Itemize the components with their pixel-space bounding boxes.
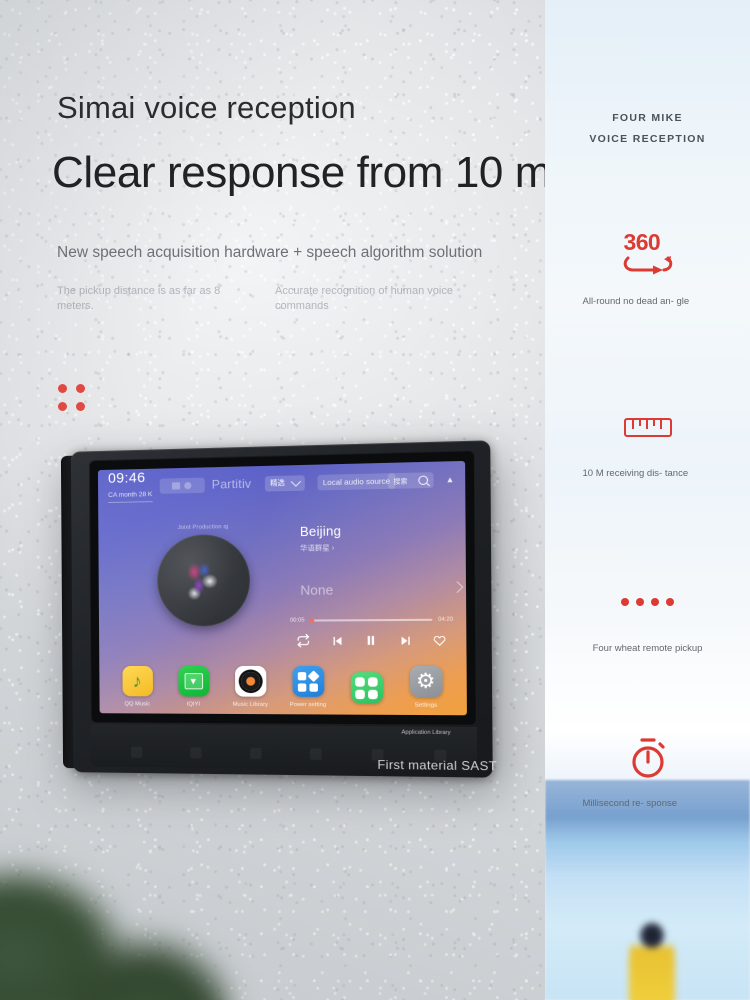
dot bbox=[58, 384, 67, 393]
now-playing-info: Beijing 华语群星 › None bbox=[300, 522, 451, 598]
app-dock: ♪ QQ Music ▼ IQIYI Music Library Power s… bbox=[99, 666, 467, 709]
music-library-icon bbox=[234, 666, 265, 697]
dot bbox=[58, 402, 67, 411]
app-label: QQ Music bbox=[113, 701, 162, 707]
wall-tablet-device: 09:46 CA month 28 K Partitiv 精选 Local au… bbox=[61, 440, 495, 780]
hero-panel: Simai voice reception Clear response fro… bbox=[0, 0, 545, 1000]
app-grid[interactable] bbox=[341, 672, 393, 708]
duration-time: 04:20 bbox=[438, 617, 453, 623]
audio-source-field[interactable]: Local audio source bbox=[317, 473, 395, 490]
tab-partition[interactable]: Partitiv bbox=[212, 477, 252, 492]
transport-controls bbox=[290, 633, 453, 651]
power-setting-icon bbox=[292, 666, 324, 697]
app-power-setting[interactable]: Power setting bbox=[282, 666, 333, 708]
app-qq-music[interactable]: ♪ QQ Music bbox=[113, 666, 162, 708]
sidebar-title-line1: FOUR MIKE bbox=[545, 108, 750, 129]
song-secondary: None bbox=[300, 581, 450, 598]
feature-distance: 10 M receiving dis- tance bbox=[545, 400, 750, 480]
page-title: Simai voice reception bbox=[57, 90, 542, 126]
pause-icon[interactable] bbox=[364, 634, 377, 652]
dot bbox=[76, 384, 85, 393]
feature-caption: All-round no dead an- gle bbox=[583, 296, 713, 308]
360-number: 360 bbox=[624, 231, 661, 254]
search-label: 搜索 bbox=[393, 475, 407, 486]
pill-square-icon bbox=[172, 482, 180, 489]
app-grid-icon bbox=[350, 672, 382, 703]
stopwatch-icon bbox=[545, 730, 750, 784]
ruler-icon bbox=[545, 400, 750, 454]
bezel-label: Application Library bbox=[401, 730, 450, 737]
app-settings[interactable]: ⚙ Settings bbox=[400, 666, 452, 709]
chevron-down-icon bbox=[291, 476, 301, 486]
album-area: Joint Production qj bbox=[147, 523, 261, 626]
app-iqiyi[interactable]: ▼ IQIYI bbox=[169, 666, 219, 708]
blurred-plant-foreground bbox=[0, 840, 230, 1000]
device-bezel: 09:46 CA month 28 K Partitiv 精选 Local au… bbox=[89, 450, 477, 726]
audio-source-text: Local audio source bbox=[323, 476, 390, 487]
album-artwork bbox=[181, 559, 227, 602]
song-title: Beijing bbox=[300, 522, 450, 539]
clock-date: CA month 28 K bbox=[108, 492, 152, 503]
app-label: Power setting bbox=[283, 702, 334, 708]
app-label: IQIYI bbox=[169, 701, 218, 707]
category-dropdown[interactable]: 精选 bbox=[265, 475, 305, 491]
pill-circle-icon bbox=[184, 481, 191, 488]
iqiyi-icon: ▼ bbox=[178, 666, 209, 697]
sidebar-title: FOUR MIKE VOICE RECEPTION bbox=[545, 108, 750, 150]
status-pill[interactable] bbox=[159, 477, 204, 493]
feature-response: Millisecond re- sponse bbox=[545, 730, 750, 810]
feature-caption: Four wheat remote pickup bbox=[558, 643, 738, 655]
watermark: First material SAST bbox=[377, 757, 497, 773]
sidebar-person-silhouette bbox=[629, 920, 675, 1000]
feature-caption: Millisecond re- sponse bbox=[583, 798, 713, 810]
qq-music-icon: ♪ bbox=[122, 666, 153, 696]
clock: 09:46 CA month 28 K bbox=[108, 470, 152, 503]
previous-track-icon[interactable] bbox=[331, 634, 344, 651]
category-dropdown-label: 精选 bbox=[270, 478, 285, 489]
faint-caption-right: Accurate recognition of human voice comm… bbox=[275, 284, 475, 314]
four-dots-icon bbox=[545, 575, 750, 629]
next-page-chevron-icon[interactable] bbox=[451, 581, 463, 593]
next-track-icon[interactable] bbox=[398, 634, 411, 651]
wifi-icon: ▲ bbox=[446, 474, 455, 484]
gear-icon: ⚙ bbox=[409, 666, 442, 697]
player-controls: 00:05 04:20 bbox=[290, 617, 453, 652]
progress-knob[interactable] bbox=[310, 618, 314, 622]
album-disc[interactable] bbox=[157, 534, 250, 627]
faint-caption-row: The pickup distance is as far as 8 meter… bbox=[57, 284, 507, 314]
repeat-icon[interactable] bbox=[296, 634, 310, 652]
feature-360: 360 All-round no dead an- gle bbox=[545, 228, 750, 308]
album-caption: Joint Production qj bbox=[147, 523, 260, 531]
app-music-library[interactable]: Music Library bbox=[225, 666, 275, 708]
song-artist-text: 华语群星 bbox=[300, 545, 330, 553]
elapsed-time: 00:05 bbox=[290, 617, 305, 623]
app-label: Music Library bbox=[225, 702, 275, 708]
subheadline: New speech acquisition hardware + speech… bbox=[57, 244, 542, 262]
device-body: 09:46 CA month 28 K Partitiv 精选 Local au… bbox=[71, 440, 493, 777]
feature-four-mic: Four wheat remote pickup bbox=[545, 575, 750, 655]
360-rotation-icon: 360 bbox=[545, 228, 750, 282]
search-input[interactable]: 搜索 bbox=[388, 472, 434, 489]
faint-caption-left: The pickup distance is as far as 8 meter… bbox=[57, 284, 257, 314]
sidebar-title-line2: VOICE RECEPTION bbox=[545, 129, 750, 150]
progress-slider[interactable] bbox=[310, 619, 433, 621]
marketing-page: Simai voice reception Clear response fro… bbox=[0, 0, 750, 1000]
tablet-screen: 09:46 CA month 28 K Partitiv 精选 Local au… bbox=[98, 461, 467, 715]
progress-row: 00:05 04:20 bbox=[290, 617, 453, 624]
red-dot-decoration bbox=[58, 384, 89, 415]
app-label: Settings bbox=[400, 702, 452, 709]
search-icon bbox=[418, 475, 428, 485]
heart-icon[interactable] bbox=[432, 634, 446, 651]
status-bar: 09:46 CA month 28 K Partitiv 精选 Local au… bbox=[98, 461, 465, 504]
headline: Clear response from 10 m bbox=[52, 148, 542, 198]
headline-block: Simai voice reception Clear response fro… bbox=[52, 90, 542, 314]
dot bbox=[76, 402, 85, 411]
song-artist[interactable]: 华语群星 › bbox=[300, 541, 450, 554]
clock-time: 09:46 bbox=[108, 470, 152, 485]
feature-caption: 10 M receiving dis- tance bbox=[583, 468, 713, 480]
feature-sidebar: FOUR MIKE VOICE RECEPTION 360 All-round … bbox=[545, 0, 750, 1000]
